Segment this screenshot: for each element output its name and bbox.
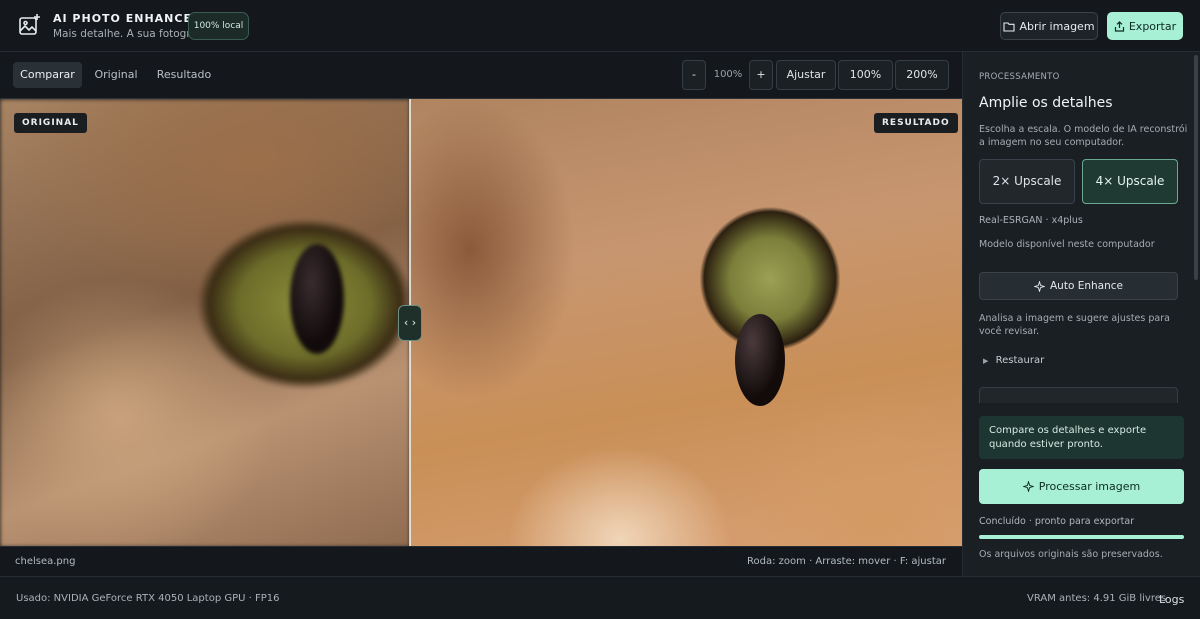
- panel-title: Amplie os detalhes: [979, 95, 1113, 111]
- process-progress-bar: [979, 535, 1184, 539]
- preserve-note: Os arquivos originais são preservados.: [979, 549, 1163, 560]
- auto-enhance-description: Analisa a imagem e sugere ajustes para v…: [979, 313, 1170, 337]
- folder-icon: [1003, 21, 1016, 32]
- export-button[interactable]: Exportar: [1107, 12, 1183, 40]
- image-statusbar: chelsea.png Roda: zoom · Arraste: mover …: [0, 546, 962, 576]
- zoom-200-button[interactable]: 200%: [895, 60, 949, 90]
- restore-label: Restaurar: [995, 355, 1045, 366]
- process-image-button[interactable]: Processar imagem: [979, 469, 1184, 504]
- section-label: PROCESSAMENTO: [979, 72, 1060, 82]
- sparkle-icon: [1022, 481, 1034, 492]
- app-header: AI PHOTO ENHANCER Mais detalhe. A sua fo…: [0, 0, 1200, 52]
- app-title: AI PHOTO ENHANCER: [53, 12, 202, 25]
- zoom-in-button[interactable]: +: [749, 60, 773, 90]
- result-pupil: [735, 314, 785, 406]
- result-image: [410, 99, 962, 546]
- panel-actions: Compare os detalhes e exporte quando est…: [963, 403, 1200, 576]
- file-name: chelsea.png: [15, 556, 76, 567]
- progress-fill: [979, 535, 1184, 539]
- auto-enhance-label: Auto Enhance: [1050, 280, 1123, 292]
- auto-enhance-button[interactable]: Auto Enhance: [979, 272, 1178, 300]
- shortcut-hints: Roda: zoom · Arraste: mover · F: ajustar: [747, 556, 946, 567]
- tab-original[interactable]: Original: [88, 62, 144, 88]
- zoom-level: 100%: [713, 69, 743, 80]
- collapsed-section-card[interactable]: [979, 387, 1178, 403]
- upscale-2x-button[interactable]: 2× Upscale: [979, 159, 1075, 204]
- image-plus-icon: [19, 14, 40, 35]
- chevron-right-icon: ▶: [983, 357, 989, 365]
- process-image-label: Processar imagem: [1038, 480, 1141, 493]
- export-notice: Compare os detalhes e exporte quando est…: [979, 416, 1184, 459]
- vram-info: VRAM antes: 4.91 GiB livres: [1027, 593, 1167, 604]
- zoom-100-button[interactable]: 100%: [838, 60, 893, 90]
- comparison-viewer[interactable]: ‹ › ORIGINAL RESULTADO: [0, 98, 962, 546]
- export-label: Exportar: [1128, 19, 1177, 33]
- open-image-button[interactable]: Abrir imagem: [1000, 12, 1098, 40]
- model-status: Modelo disponível neste computador: [979, 239, 1155, 250]
- original-image: [0, 99, 410, 546]
- panel-scrollbar[interactable]: [1194, 55, 1198, 280]
- processing-panel: PROCESSAMENTO Amplie os detalhes Escolha…: [962, 52, 1200, 576]
- zoom-out-button[interactable]: -: [682, 60, 706, 90]
- local-badge: 100% local: [188, 12, 249, 40]
- view-toolbar: Comparar Original Resultado - 100% + Aju…: [0, 52, 962, 98]
- export-icon: [1114, 20, 1124, 32]
- restore-toggle[interactable]: ▶ Restaurar: [983, 355, 1044, 366]
- original-label: ORIGINAL: [14, 113, 87, 133]
- tab-result[interactable]: Resultado: [152, 62, 216, 88]
- panel-description: Escolha a escala. O modelo de IA reconst…: [979, 124, 1188, 148]
- upscale-4x-button[interactable]: 4× Upscale: [1082, 159, 1178, 204]
- model-name: Real-ESRGAN · x4plus: [979, 215, 1083, 226]
- sparkle-icon: [1034, 280, 1045, 292]
- logs-link[interactable]: Logs: [1159, 593, 1184, 606]
- fit-button[interactable]: Ajustar: [776, 60, 836, 90]
- app-footer: Usado: NVIDIA GeForce RTX 4050 Laptop GP…: [0, 576, 1200, 619]
- gpu-info: Usado: NVIDIA GeForce RTX 4050 Laptop GP…: [16, 593, 280, 604]
- split-handle[interactable]: ‹ ›: [398, 305, 422, 341]
- original-pupil: [290, 244, 344, 354]
- tab-compare[interactable]: Comparar: [13, 62, 82, 88]
- result-label: RESULTADO: [874, 113, 958, 133]
- process-status: Concluído · pronto para exportar: [979, 516, 1135, 527]
- open-image-label: Abrir imagem: [1019, 19, 1095, 33]
